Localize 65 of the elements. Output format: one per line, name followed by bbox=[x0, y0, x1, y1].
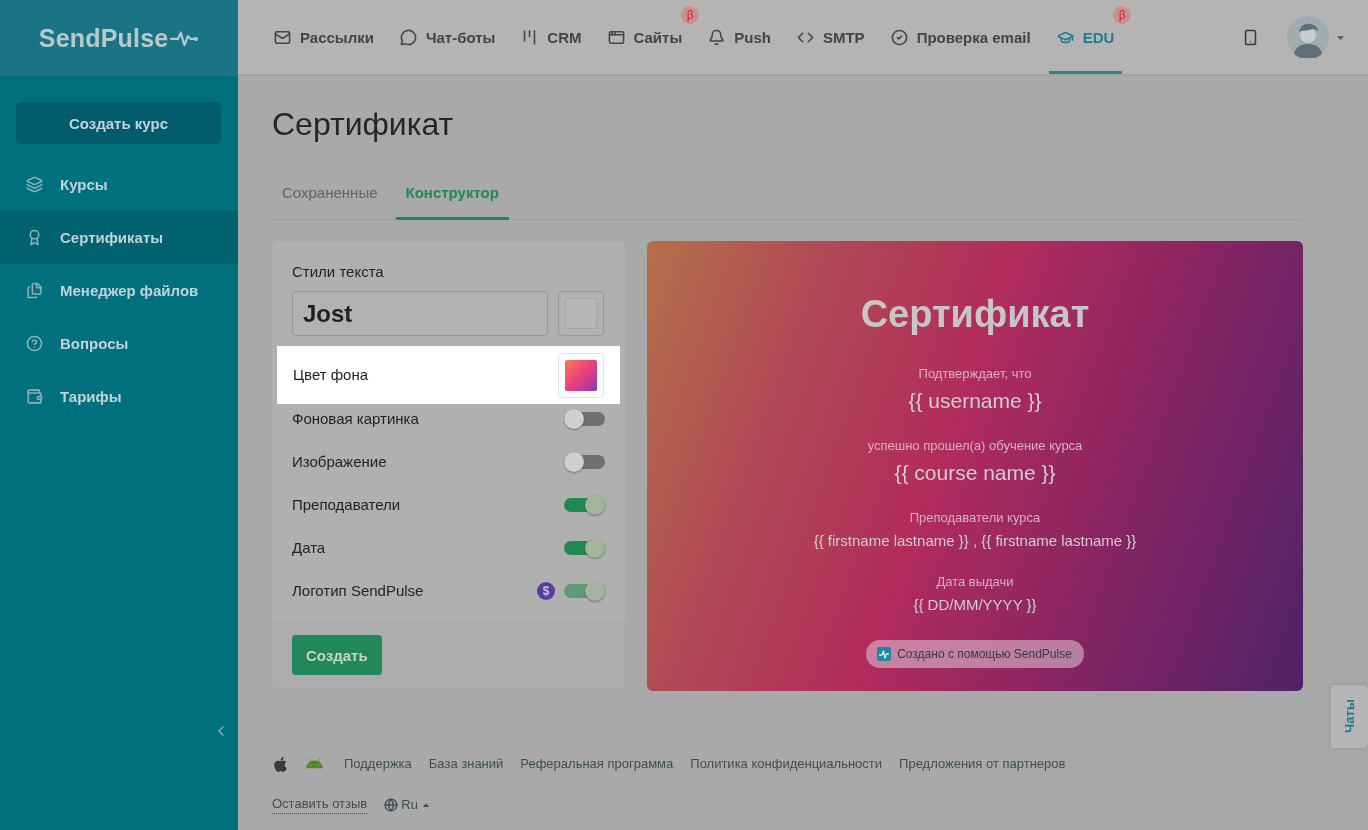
certificate-caption: успешно прошел(а) обучение курса bbox=[867, 438, 1083, 454]
font-select[interactable]: Jost bbox=[292, 291, 548, 336]
feedback-link[interactable]: Оставить отзыв bbox=[272, 795, 368, 814]
certificate-caption: Подтверждает, что bbox=[918, 366, 1032, 382]
toggle-switch[interactable] bbox=[564, 495, 605, 515]
language-button[interactable]: Ru bbox=[384, 797, 431, 812]
template-variable: {{ firstname lastname }} , {{ firstname lastname }} bbox=[813, 532, 1137, 550]
chat-tab[interactable]: Чаты bbox=[1331, 685, 1368, 748]
setting-label: Дата bbox=[292, 539, 326, 557]
sidebar-item[interactable]: Курсы bbox=[0, 158, 238, 211]
color-swatch-icon[interactable] bbox=[558, 291, 604, 336]
sidebar-item[interactable]: Вопросы bbox=[0, 317, 238, 370]
help-icon bbox=[26, 335, 43, 352]
setting-label: Преподаватели bbox=[292, 496, 401, 514]
gradient-swatch-icon[interactable] bbox=[558, 352, 604, 398]
mail-icon bbox=[274, 28, 291, 46]
create-course-button[interactable]: Создать курс bbox=[16, 102, 221, 144]
nav-tab[interactable]: Push bbox=[700, 0, 779, 74]
setting-label: Цвет фона bbox=[293, 366, 369, 384]
section-label: Стили текста bbox=[292, 263, 385, 281]
create-button[interactable]: Создать bbox=[292, 635, 382, 675]
pulse-logo-icon bbox=[877, 647, 892, 661]
nav-tab[interactable]: CRM bbox=[513, 0, 590, 74]
sidebar-item[interactable]: Сертификаты bbox=[0, 211, 238, 264]
paid-feature-badge: $ bbox=[537, 582, 555, 600]
nav-tab[interactable]: SMTP bbox=[788, 0, 873, 74]
footer-link[interactable]: Политика конфиденциальности bbox=[690, 755, 883, 773]
template-variable: {{ username }} bbox=[908, 388, 1042, 414]
tab[interactable]: Сохраненные bbox=[272, 172, 388, 220]
footer-link[interactable]: Реферальная программа bbox=[520, 755, 674, 773]
certificate-title: Сертификат bbox=[860, 292, 1090, 337]
setting-label: Изображение bbox=[292, 453, 387, 471]
footer-link[interactable]: База знаний bbox=[428, 755, 504, 773]
page-title: Сертификат bbox=[272, 105, 455, 144]
toggle-switch[interactable] bbox=[564, 452, 605, 472]
certificate-caption: Дата выдачи bbox=[936, 574, 1014, 590]
setting-label: Логотип SendPulse bbox=[292, 582, 424, 600]
footer-link[interactable]: Поддержка bbox=[344, 755, 412, 773]
credit-text: Создано с помощью SendPulse bbox=[897, 647, 1072, 661]
toggle-switch[interactable] bbox=[564, 409, 605, 429]
apple-icon[interactable] bbox=[272, 755, 289, 773]
footer-link[interactable]: Предложения от партнеров bbox=[899, 755, 1066, 773]
sidebar-item[interactable]: Менеджер файлов bbox=[0, 264, 238, 317]
beta-badge: β bbox=[681, 6, 700, 24]
sidebar-item[interactable]: Тарифы bbox=[0, 370, 238, 423]
template-variable: {{ DD/MM/YYYY }} bbox=[913, 596, 1037, 614]
nav-tab[interactable]: Проверка email bbox=[882, 0, 1039, 74]
browser-window-icon bbox=[607, 28, 625, 46]
layers-icon bbox=[26, 176, 43, 193]
files-icon bbox=[26, 282, 43, 299]
nav-tab[interactable]: Чат-боты bbox=[391, 0, 504, 74]
phone-icon[interactable] bbox=[1242, 28, 1259, 46]
template-variable: {{ course name }} bbox=[894, 460, 1056, 486]
setting-label: Фоновая картинка bbox=[292, 410, 419, 428]
avatar-icon[interactable] bbox=[1287, 16, 1329, 58]
check-circle-icon bbox=[890, 28, 908, 46]
wallet-icon bbox=[26, 388, 43, 405]
beta-badge: β bbox=[1113, 6, 1132, 24]
globe-icon bbox=[384, 797, 399, 812]
chat-bubble-icon bbox=[399, 28, 417, 46]
certificate-caption: Преподаватели курса bbox=[909, 510, 1041, 526]
bell-icon bbox=[708, 28, 726, 46]
nav-tab[interactable]: Рассылки bbox=[266, 0, 382, 74]
toggle-switch[interactable] bbox=[564, 538, 605, 558]
pulse-icon bbox=[170, 29, 200, 47]
